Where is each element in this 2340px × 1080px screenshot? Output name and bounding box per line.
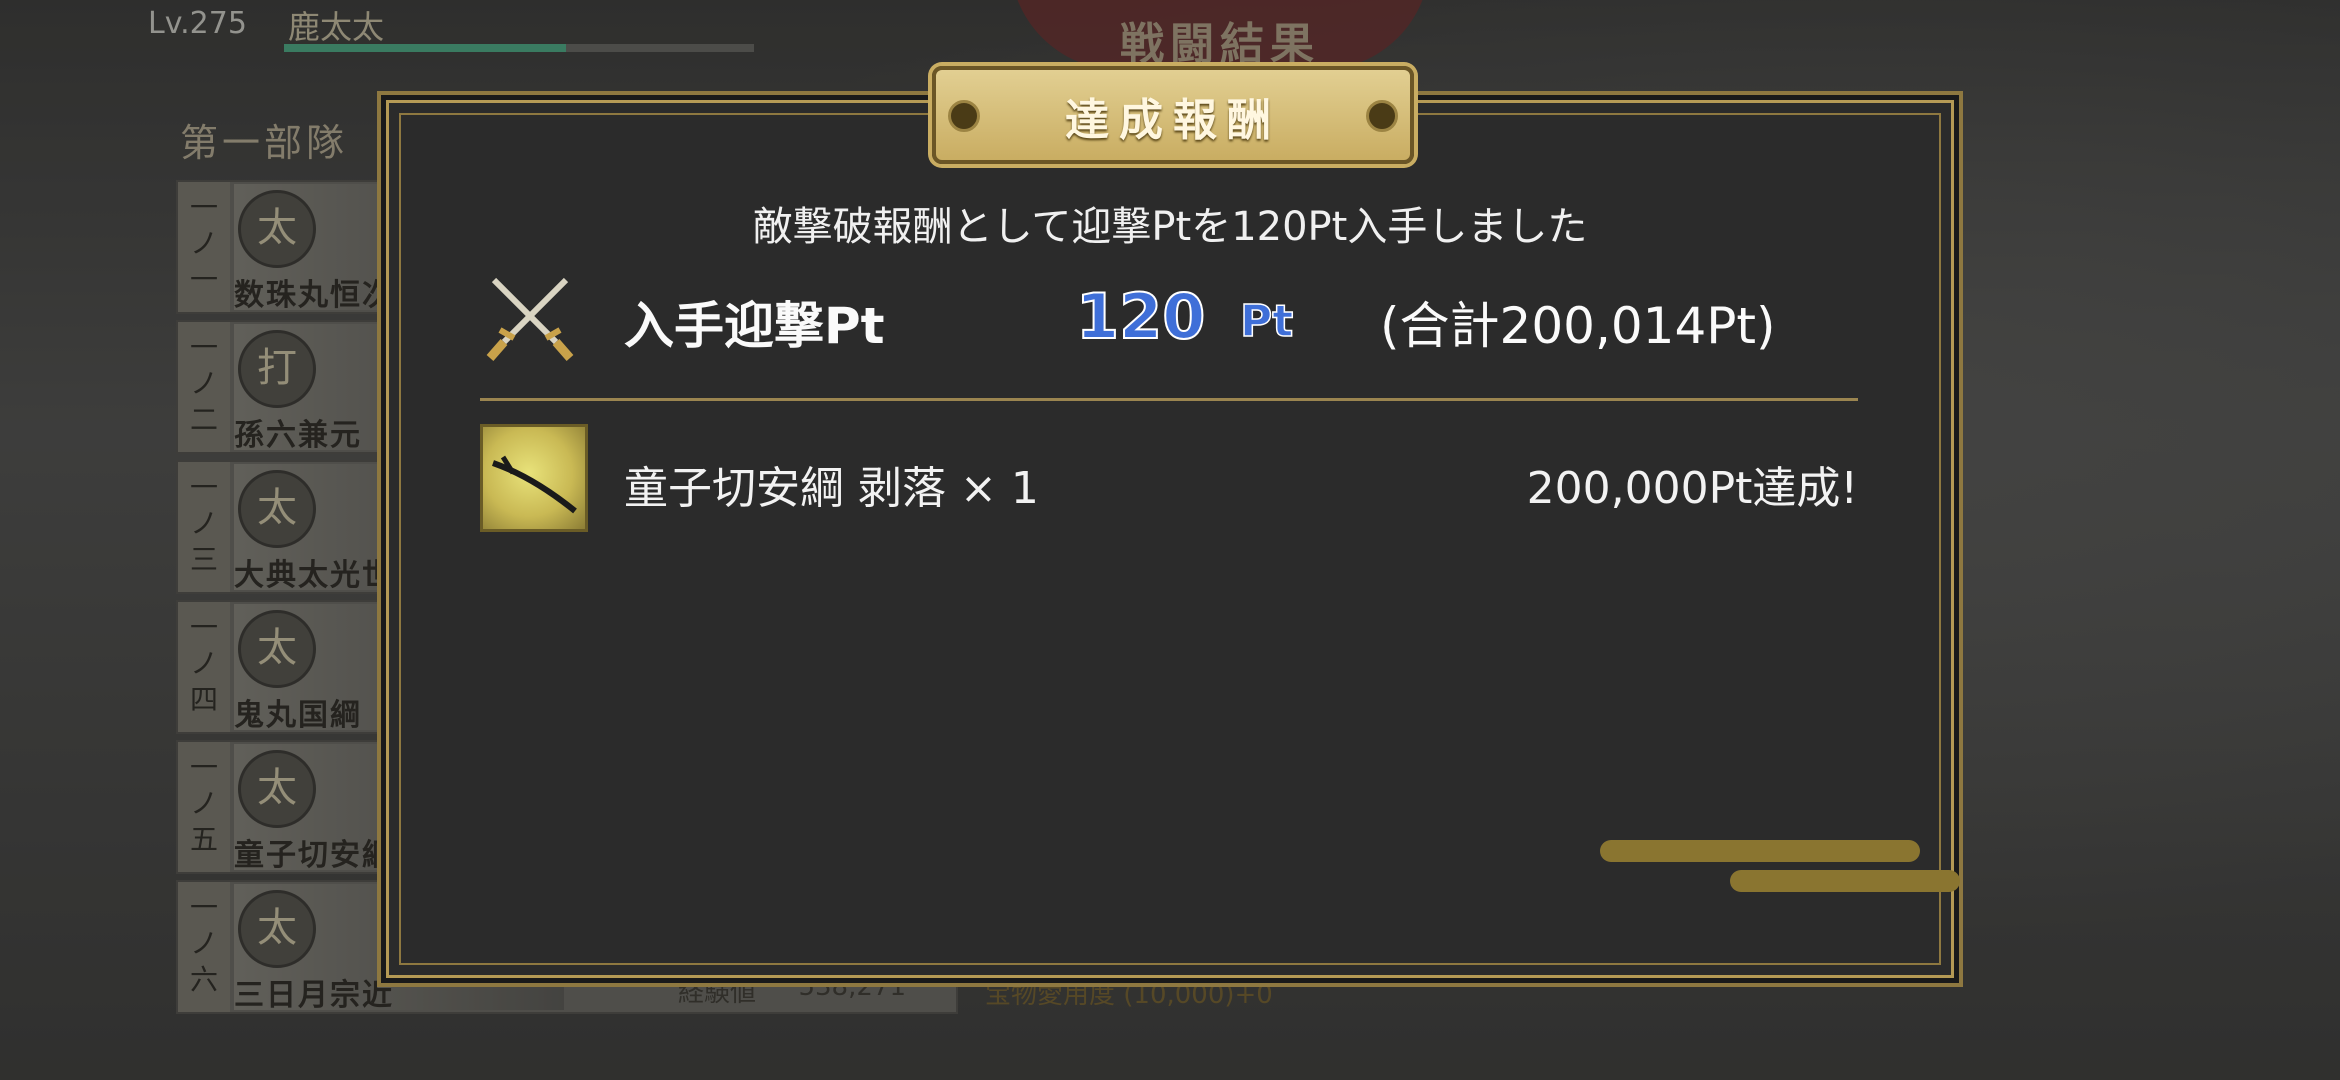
cloud-decoration [1730, 870, 1960, 892]
reward-achievement: 200,000Pt達成! [1526, 463, 1858, 514]
cloud-decoration [1600, 840, 1920, 862]
crossed-swords-icon [486, 277, 574, 361]
dialog-title-plate: 達成報酬 [932, 66, 1414, 164]
reward-item-name: 童子切安綱 剥落 × 1 [624, 463, 1039, 514]
points-unit: Pt [1239, 295, 1294, 348]
points-value: 120 [1075, 279, 1206, 354]
dialog-divider [480, 398, 1858, 401]
dialog-title: 達成報酬 [1065, 95, 1281, 146]
points-label: 入手迎撃Pt [624, 297, 885, 355]
points-total: (合計200,014Pt) [1380, 297, 1776, 355]
reward-message: 敵撃破報酬として迎撃Ptを120Pt入手しました [752, 204, 1588, 250]
sword-item-icon [480, 424, 588, 532]
